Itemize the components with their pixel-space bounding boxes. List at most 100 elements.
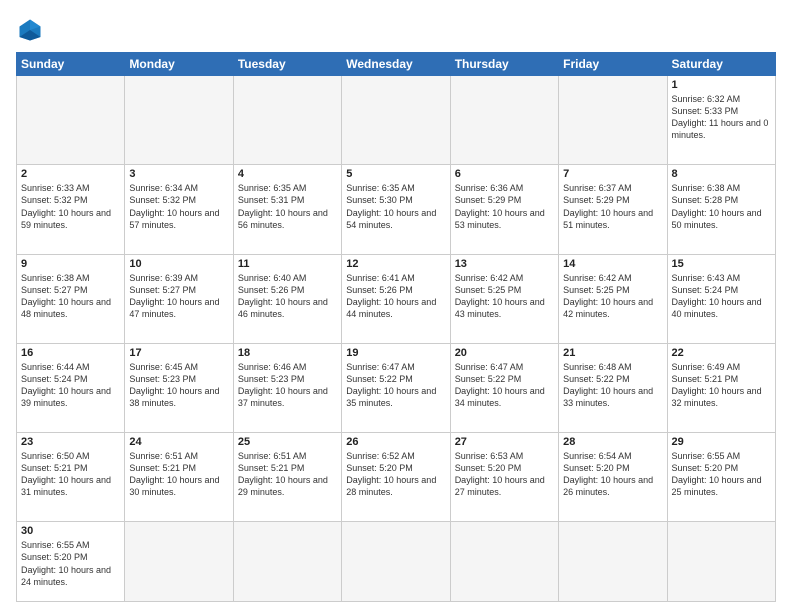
day-number: 2 — [21, 168, 120, 180]
calendar-cell: 18 Sunrise: 6:46 AM Sunset: 5:23 PM Dayli… — [233, 343, 341, 432]
day-number: 18 — [238, 347, 337, 359]
weekday-header-saturday: Saturday — [667, 53, 775, 76]
calendar-cell: 26Sunrise: 6:52 AM Sunset: 5:20 PM Dayli… — [342, 433, 450, 522]
day-number: 5 — [346, 168, 445, 180]
day-info: Sunrise: 6:53 AM Sunset: 5:20 PM Dayligh… — [455, 450, 554, 499]
calendar-cell: 17 Sunrise: 6:45 AM Sunset: 5:23 PM Dayli… — [125, 343, 233, 432]
calendar-cell — [450, 522, 558, 602]
weekday-header-friday: Friday — [559, 53, 667, 76]
day-info: Sunrise: 6:44 AM Sunset: 5:24 PM Dayligh… — [21, 361, 120, 410]
day-info: Sunrise: 6:41 AM Sunset: 5:26 PM Dayligh… — [346, 272, 445, 321]
calendar-cell: 3 Sunrise: 6:34 AM Sunset: 5:32 PM Daylig… — [125, 165, 233, 254]
header — [16, 16, 776, 44]
calendar-cell: 15 Sunrise: 6:43 AM Sunset: 5:24 PM Dayli… — [667, 254, 775, 343]
day-info: Sunrise: 6:55 AM Sunset: 5:20 PM Dayligh… — [21, 539, 120, 588]
day-number: 27 — [455, 436, 554, 448]
day-info: Sunrise: 6:47 AM Sunset: 5:22 PM Dayligh… — [455, 361, 554, 410]
day-info: Sunrise: 6:38 AM Sunset: 5:27 PM Dayligh… — [21, 272, 120, 321]
day-number: 30 — [21, 525, 120, 537]
calendar-cell: 20 Sunrise: 6:47 AM Sunset: 5:22 PM Dayli… — [450, 343, 558, 432]
calendar-cell: 25 Sunrise: 6:51 AM Sunset: 5:21 PM Dayli… — [233, 433, 341, 522]
calendar-cell: 8 Sunrise: 6:38 AM Sunset: 5:28 PM Daylig… — [667, 165, 775, 254]
day-number: 12 — [346, 258, 445, 270]
day-number: 23 — [21, 436, 120, 448]
calendar-cell: 7Sunrise: 6:37 AM Sunset: 5:29 PM Daylig… — [559, 165, 667, 254]
calendar-cell: 9 Sunrise: 6:38 AM Sunset: 5:27 PM Daylig… — [17, 254, 125, 343]
day-number: 17 — [129, 347, 228, 359]
calendar-cell: 10Sunrise: 6:39 AM Sunset: 5:27 PM Dayli… — [125, 254, 233, 343]
day-number: 21 — [563, 347, 662, 359]
logo-area — [16, 16, 48, 44]
day-number: 6 — [455, 168, 554, 180]
calendar-cell: 27 Sunrise: 6:53 AM Sunset: 5:20 PM Dayli… — [450, 433, 558, 522]
day-number: 28 — [563, 436, 662, 448]
day-info: Sunrise: 6:49 AM Sunset: 5:21 PM Dayligh… — [672, 361, 771, 410]
calendar-table: SundayMondayTuesdayWednesdayThursdayFrid… — [16, 52, 776, 602]
calendar-cell: 4 Sunrise: 6:35 AM Sunset: 5:31 PM Daylig… — [233, 165, 341, 254]
calendar-cell: 5Sunrise: 6:35 AM Sunset: 5:30 PM Daylig… — [342, 165, 450, 254]
calendar-cell: 12 Sunrise: 6:41 AM Sunset: 5:26 PM Dayli… — [342, 254, 450, 343]
calendar-cell: 24 Sunrise: 6:51 AM Sunset: 5:21 PM Dayli… — [125, 433, 233, 522]
calendar-week-row: 16 Sunrise: 6:44 AM Sunset: 5:24 PM Dayli… — [17, 343, 776, 432]
day-number: 14 — [563, 258, 662, 270]
day-number: 8 — [672, 168, 771, 180]
day-number: 22 — [672, 347, 771, 359]
calendar-cell — [559, 76, 667, 165]
calendar-cell: 30 Sunrise: 6:55 AM Sunset: 5:20 PM Dayli… — [17, 522, 125, 602]
day-number: 13 — [455, 258, 554, 270]
calendar-cell — [233, 76, 341, 165]
day-info: Sunrise: 6:33 AM Sunset: 5:32 PM Dayligh… — [21, 182, 120, 231]
calendar-cell: 2 Sunrise: 6:33 AM Sunset: 5:32 PM Daylig… — [17, 165, 125, 254]
weekday-header-tuesday: Tuesday — [233, 53, 341, 76]
day-info: Sunrise: 6:42 AM Sunset: 5:25 PM Dayligh… — [563, 272, 662, 321]
day-number: 20 — [455, 347, 554, 359]
calendar-week-row: 30 Sunrise: 6:55 AM Sunset: 5:20 PM Dayli… — [17, 522, 776, 602]
day-info: Sunrise: 6:55 AM Sunset: 5:20 PM Dayligh… — [672, 450, 771, 499]
day-info: Sunrise: 6:38 AM Sunset: 5:28 PM Dayligh… — [672, 182, 771, 231]
day-info: Sunrise: 6:43 AM Sunset: 5:24 PM Dayligh… — [672, 272, 771, 321]
page: SundayMondayTuesdayWednesdayThursdayFrid… — [0, 0, 792, 612]
day-number: 3 — [129, 168, 228, 180]
calendar-cell: 16 Sunrise: 6:44 AM Sunset: 5:24 PM Dayli… — [17, 343, 125, 432]
calendar-cell: 23 Sunrise: 6:50 AM Sunset: 5:21 PM Dayli… — [17, 433, 125, 522]
weekday-header-wednesday: Wednesday — [342, 53, 450, 76]
day-number: 25 — [238, 436, 337, 448]
calendar-body: 1Sunrise: 6:32 AM Sunset: 5:33 PM Daylig… — [17, 76, 776, 602]
general-blue-icon — [16, 16, 44, 44]
day-info: Sunrise: 6:34 AM Sunset: 5:32 PM Dayligh… — [129, 182, 228, 231]
day-number: 4 — [238, 168, 337, 180]
day-info: Sunrise: 6:47 AM Sunset: 5:22 PM Dayligh… — [346, 361, 445, 410]
day-number: 16 — [21, 347, 120, 359]
day-info: Sunrise: 6:45 AM Sunset: 5:23 PM Dayligh… — [129, 361, 228, 410]
day-number: 9 — [21, 258, 120, 270]
day-info: Sunrise: 6:40 AM Sunset: 5:26 PM Dayligh… — [238, 272, 337, 321]
day-info: Sunrise: 6:46 AM Sunset: 5:23 PM Dayligh… — [238, 361, 337, 410]
day-info: Sunrise: 6:48 AM Sunset: 5:22 PM Dayligh… — [563, 361, 662, 410]
day-number: 19 — [346, 347, 445, 359]
calendar-cell — [342, 76, 450, 165]
calendar-cell — [17, 76, 125, 165]
calendar-cell — [342, 522, 450, 602]
day-info: Sunrise: 6:51 AM Sunset: 5:21 PM Dayligh… — [238, 450, 337, 499]
day-number: 10 — [129, 258, 228, 270]
calendar-cell: 19 Sunrise: 6:47 AM Sunset: 5:22 PM Dayli… — [342, 343, 450, 432]
day-info: Sunrise: 6:35 AM Sunset: 5:31 PM Dayligh… — [238, 182, 337, 231]
day-number: 15 — [672, 258, 771, 270]
weekday-header-monday: Monday — [125, 53, 233, 76]
calendar-week-row: 9 Sunrise: 6:38 AM Sunset: 5:27 PM Daylig… — [17, 254, 776, 343]
day-info: Sunrise: 6:50 AM Sunset: 5:21 PM Dayligh… — [21, 450, 120, 499]
calendar-cell — [450, 76, 558, 165]
calendar-cell: 14 Sunrise: 6:42 AM Sunset: 5:25 PM Dayli… — [559, 254, 667, 343]
weekday-header-row: SundayMondayTuesdayWednesdayThursdayFrid… — [17, 53, 776, 76]
calendar-week-row: 2 Sunrise: 6:33 AM Sunset: 5:32 PM Daylig… — [17, 165, 776, 254]
calendar-cell: 1Sunrise: 6:32 AM Sunset: 5:33 PM Daylig… — [667, 76, 775, 165]
day-info: Sunrise: 6:51 AM Sunset: 5:21 PM Dayligh… — [129, 450, 228, 499]
weekday-header-sunday: Sunday — [17, 53, 125, 76]
calendar-cell — [667, 522, 775, 602]
calendar-cell: 29Sunrise: 6:55 AM Sunset: 5:20 PM Dayli… — [667, 433, 775, 522]
day-info: Sunrise: 6:42 AM Sunset: 5:25 PM Dayligh… — [455, 272, 554, 321]
day-number: 24 — [129, 436, 228, 448]
day-info: Sunrise: 6:54 AM Sunset: 5:20 PM Dayligh… — [563, 450, 662, 499]
calendar-cell — [125, 76, 233, 165]
weekday-header-thursday: Thursday — [450, 53, 558, 76]
